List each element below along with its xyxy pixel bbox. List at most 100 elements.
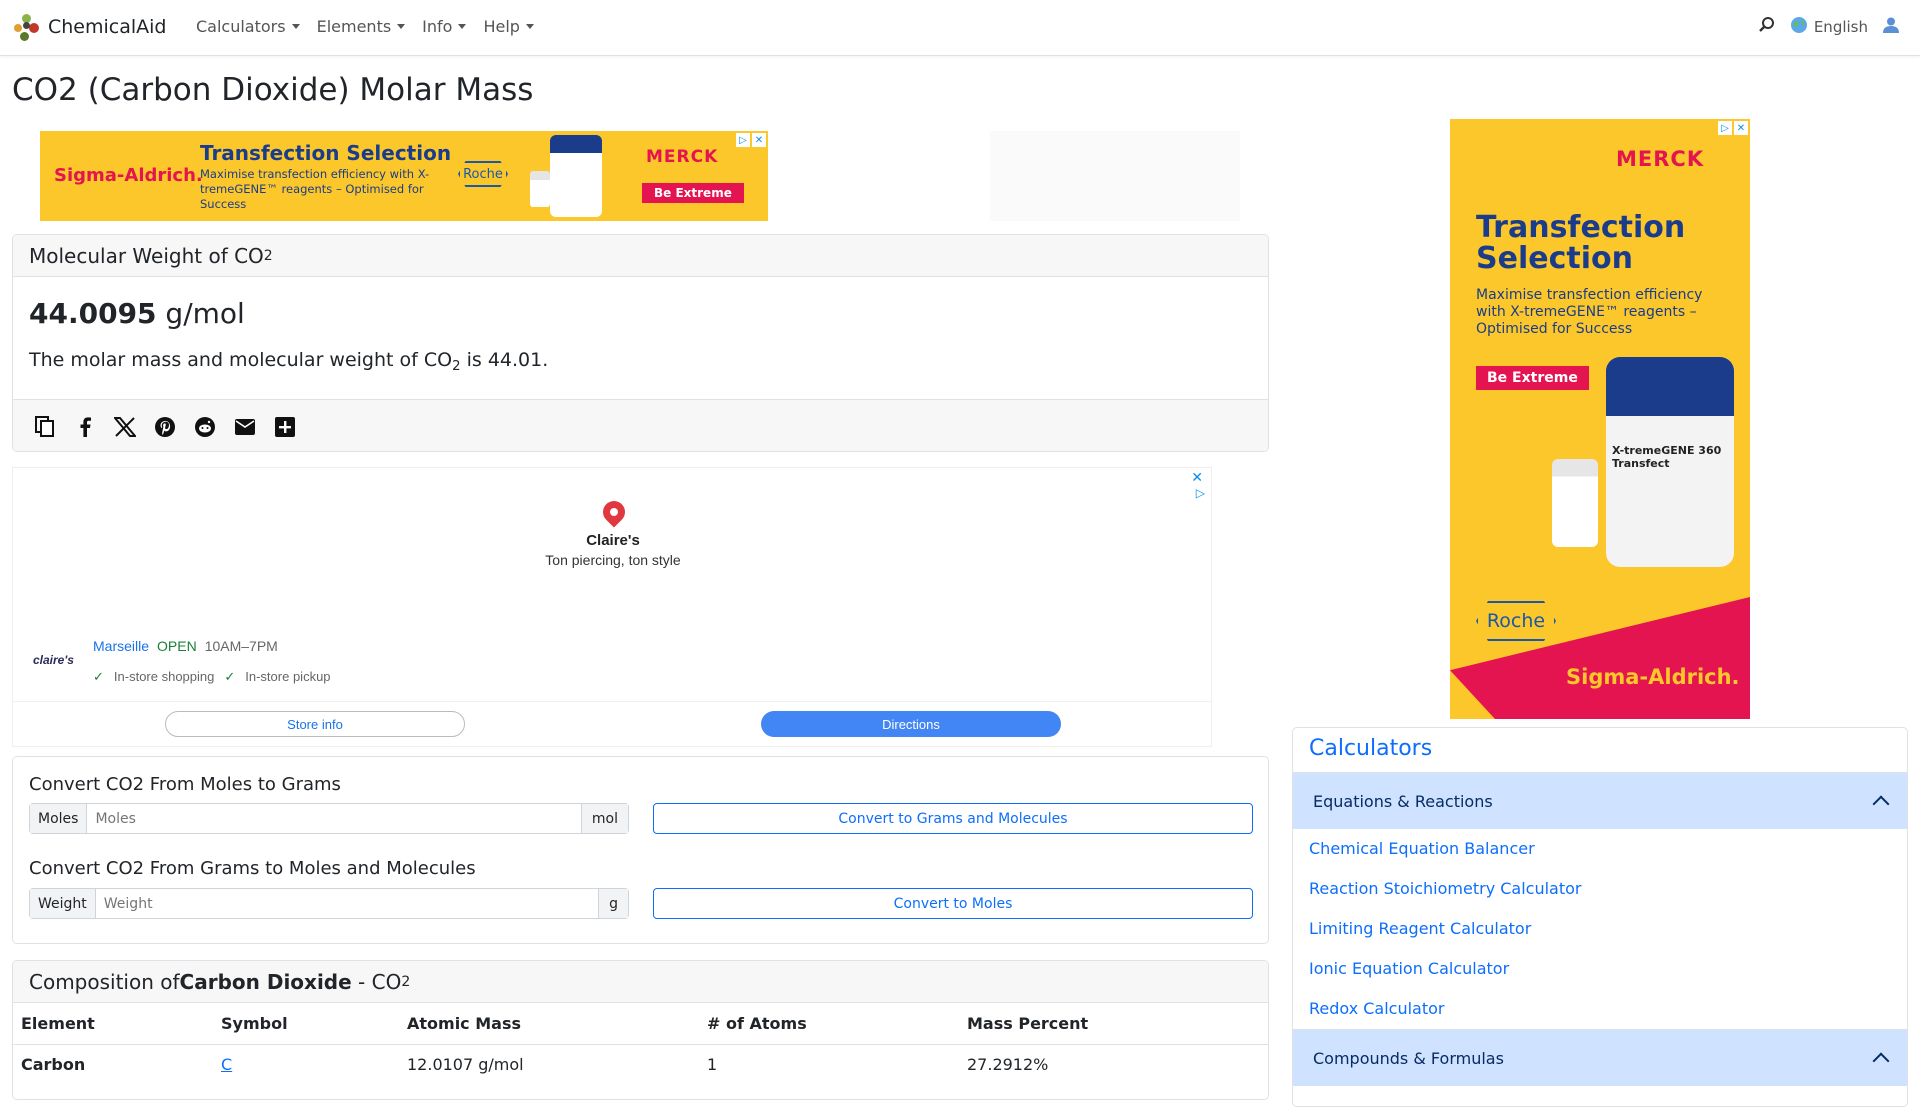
subscript: 2 <box>452 358 461 374</box>
convert-to-grams-button[interactable]: Convert to Grams and Molecules <box>653 803 1253 834</box>
close-icon[interactable]: ✕ <box>1734 121 1748 135</box>
weight-label: Weight <box>30 889 96 918</box>
side-ad-merck-logo: MERCK <box>1616 147 1705 171</box>
side-ad-cta-button[interactable]: Be Extreme <box>1476 366 1589 390</box>
side-ad-sigma-logo: Sigma-Aldrich. <box>1566 665 1740 689</box>
calculators-title[interactable]: Calculators <box>1309 736 1432 761</box>
user-icon[interactable] <box>1882 16 1900 38</box>
x-icon[interactable] <box>113 415 137 439</box>
converter-card: Convert CO2 From Moles to Grams Moles mo… <box>12 756 1269 944</box>
caret-down-icon <box>458 24 467 29</box>
moles-unit: mol <box>580 804 628 833</box>
faded-ad-placeholder <box>990 131 1240 221</box>
col-atoms: # of Atoms <box>699 1003 959 1045</box>
navbar-right: English <box>1758 16 1900 38</box>
molecular-weight-header: Molecular Weight of CO 2 <box>13 235 1268 277</box>
store-tagline: Ton piercing, ton style <box>545 552 681 568</box>
page-title: CO2 (Carbon Dioxide) Molar Mass <box>12 72 534 108</box>
pinterest-icon[interactable] <box>153 415 177 439</box>
caret-down-icon <box>397 24 406 29</box>
composition-header: Composition of Carbon Dioxide - CO 2 <box>13 961 1268 1003</box>
link-limiting-reagent[interactable]: Limiting Reagent Calculator <box>1309 919 1531 938</box>
cell-atomic-mass: 12.0107 g/mol <box>407 1054 524 1074</box>
facebook-icon[interactable] <box>73 415 97 439</box>
menu-label: Info <box>422 17 453 36</box>
brand-name: ChemicalAid <box>48 16 167 38</box>
subscript: 2 <box>263 247 273 264</box>
close-icon[interactable]: ✕ <box>1191 470 1203 486</box>
store-status: OPEN <box>157 638 197 654</box>
store-info-button[interactable]: Store info <box>165 711 465 737</box>
header-text: Molecular Weight of CO <box>29 243 264 268</box>
email-icon[interactable] <box>233 415 257 439</box>
header-text: - CO <box>351 969 402 994</box>
weight-input[interactable] <box>95 889 599 918</box>
top-navbar: ChemicalAid Calculators Elements Info He… <box>0 0 1920 56</box>
accordion-label: Compounds & Formulas <box>1313 1048 1504 1068</box>
banner-ad[interactable]: ▷ ✕ Sigma-Aldrich. Transfection Selection… <box>40 131 768 221</box>
ad-jar-image <box>550 135 602 217</box>
ad-merck-logo: MERCK <box>646 147 719 167</box>
ad-choices[interactable]: ▷ ✕ <box>736 133 766 147</box>
element-symbol-link[interactable]: C <box>221 1055 232 1074</box>
language-selector[interactable]: English <box>1790 16 1868 38</box>
moles-to-grams-title: Convert CO2 From Moles to Grams <box>29 774 341 795</box>
menu-info[interactable]: Info <box>422 17 467 36</box>
molar-mass-description: The molar mass and molecular weight of C… <box>29 349 548 374</box>
store-ad[interactable]: ✕ ▷ Claire's Ton piercing, ton style cla… <box>12 467 1212 747</box>
chevron-up-icon <box>1872 1052 1890 1070</box>
cell-symbol: C <box>213 1044 399 1084</box>
accordion-equations-reactions[interactable]: Equations & Reactions <box>1293 772 1907 829</box>
brand-link[interactable]: ChemicalAid <box>14 12 167 42</box>
link-chemical-equation-balancer[interactable]: Chemical Equation Balancer <box>1309 839 1535 858</box>
grams-to-moles-title: Convert CO2 From Grams to Moles and Mole… <box>29 858 476 879</box>
plus-icon[interactable] <box>273 415 297 439</box>
col-atomic-mass: Atomic Mass <box>399 1003 699 1045</box>
ad-vial-image <box>530 171 550 207</box>
table-header-row: Element Symbol Atomic Mass # of Atoms Ma… <box>13 1003 1268 1045</box>
col-symbol: Symbol <box>213 1003 399 1045</box>
adchoices-icon[interactable]: ▷ <box>1718 121 1732 135</box>
link-reaction-stoichiometry[interactable]: Reaction Stoichiometry Calculator <box>1309 879 1582 898</box>
side-ad[interactable]: ▷ ✕ MERCK Transfection Selection Maximise… <box>1450 119 1750 719</box>
grams-unit: g <box>598 889 628 918</box>
molar-mass-number: 44.0095 <box>29 297 157 330</box>
search-icon[interactable] <box>1758 16 1776 38</box>
molar-mass-unit: g/mol <box>156 297 245 330</box>
store-feature: In-store shopping <box>113 669 215 684</box>
divider <box>13 701 1211 702</box>
desc-text: is 44.01. <box>460 349 549 371</box>
moles-input[interactable] <box>87 804 581 833</box>
table-row: Carbon C 12.0107 g/mol 1 27.2912% <box>13 1044 1268 1084</box>
adchoices-icon[interactable]: ▷ <box>1196 486 1205 500</box>
cell-atoms: 1 <box>707 1054 718 1074</box>
menu-elements[interactable]: Elements <box>317 17 406 36</box>
menu-help[interactable]: Help <box>483 17 534 36</box>
ad-roche-logo: Roche <box>458 161 508 187</box>
ad-cta-button[interactable]: Be Extreme <box>642 183 744 203</box>
convert-to-moles-button[interactable]: Convert to Moles <box>653 888 1253 919</box>
cell-mass-percent: 27.2912% <box>967 1054 1049 1074</box>
composition-table: Element Symbol Atomic Mass # of Atoms Ma… <box>13 1003 1268 1084</box>
ad-headline: Transfection Selection <box>200 141 452 165</box>
directions-button[interactable]: Directions <box>761 711 1061 737</box>
menu-label: Elements <box>316 17 392 36</box>
globe-icon <box>1790 16 1808 38</box>
side-ad-vial-image <box>1552 459 1598 547</box>
menu-calculators[interactable]: Calculators <box>196 17 300 36</box>
copy-icon[interactable] <box>33 415 57 439</box>
subscript: 2 <box>401 973 411 990</box>
molar-mass-value: 44.0095 g/mol <box>29 297 245 330</box>
link-ionic-equation[interactable]: Ionic Equation Calculator <box>1309 959 1509 978</box>
adchoices-icon[interactable]: ▷ <box>736 133 750 147</box>
accordion-label: Equations & Reactions <box>1313 791 1493 811</box>
ad-choices[interactable]: ▷ ✕ <box>1718 121 1748 135</box>
close-icon[interactable]: ✕ <box>752 133 766 147</box>
accordion-compounds-formulas[interactable]: Compounds & Formulas <box>1293 1029 1907 1086</box>
link-redox-calculator[interactable]: Redox Calculator <box>1309 999 1445 1018</box>
reddit-icon[interactable] <box>193 415 217 439</box>
calculators-sidebar: Calculators Equations & Reactions Chemic… <box>1292 727 1908 1107</box>
header-text: Composition of <box>29 969 180 994</box>
side-ad-body: Maximise transfection efficiency with X-… <box>1476 287 1703 337</box>
store-city[interactable]: Marseille <box>93 638 149 654</box>
